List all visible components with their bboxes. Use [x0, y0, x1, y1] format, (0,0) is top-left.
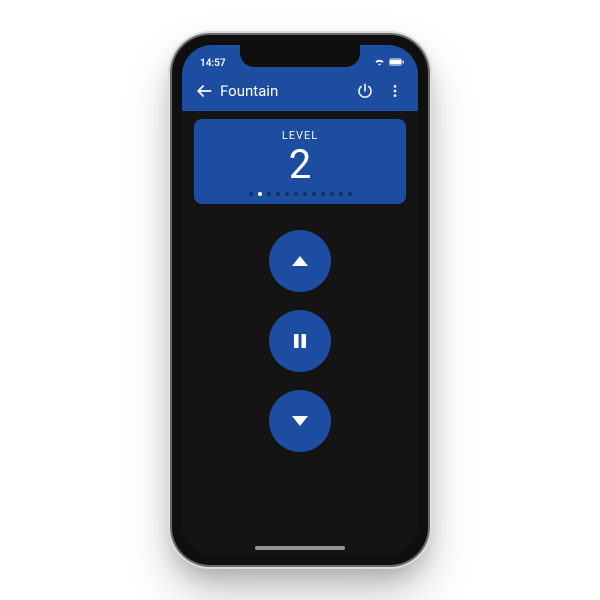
status-time: 14:57 [200, 58, 226, 69]
level-dot [339, 192, 343, 196]
level-label: LEVEL [202, 129, 398, 142]
level-dot [285, 192, 289, 196]
level-dot-indicator [202, 192, 398, 196]
arrow-left-icon [194, 81, 214, 101]
level-card[interactable]: LEVEL 2 [194, 119, 406, 204]
phone-frame: 14:57 Fountain [172, 35, 428, 565]
level-dot [312, 192, 316, 196]
wifi-icon [374, 57, 385, 69]
overflow-menu-button[interactable] [380, 83, 410, 99]
power-button[interactable] [350, 82, 380, 100]
level-dot [294, 192, 298, 196]
level-dot [258, 192, 262, 196]
controls [269, 230, 331, 452]
pause-button[interactable] [269, 310, 331, 372]
battery-icon [389, 58, 404, 69]
level-up-button[interactable] [269, 230, 331, 292]
triangle-down-icon [288, 409, 312, 433]
app-bar: Fountain [182, 71, 418, 111]
back-button[interactable] [190, 81, 218, 101]
triangle-up-icon [288, 249, 312, 273]
level-dot [303, 192, 307, 196]
more-vert-icon [387, 83, 403, 99]
notch [240, 45, 360, 67]
level-dot [249, 192, 253, 196]
level-dot [276, 192, 280, 196]
level-value: 2 [202, 144, 398, 186]
level-dot [330, 192, 334, 196]
level-dot [267, 192, 271, 196]
home-indicator[interactable] [255, 546, 345, 550]
level-dot [321, 192, 325, 196]
content-area: LEVEL 2 [182, 111, 418, 555]
level-down-button[interactable] [269, 390, 331, 452]
pause-icon [288, 329, 312, 353]
status-right [374, 57, 404, 69]
screen: 14:57 Fountain [182, 45, 418, 555]
page-title: Fountain [220, 82, 278, 100]
level-dot [348, 192, 352, 196]
power-icon [356, 82, 374, 100]
